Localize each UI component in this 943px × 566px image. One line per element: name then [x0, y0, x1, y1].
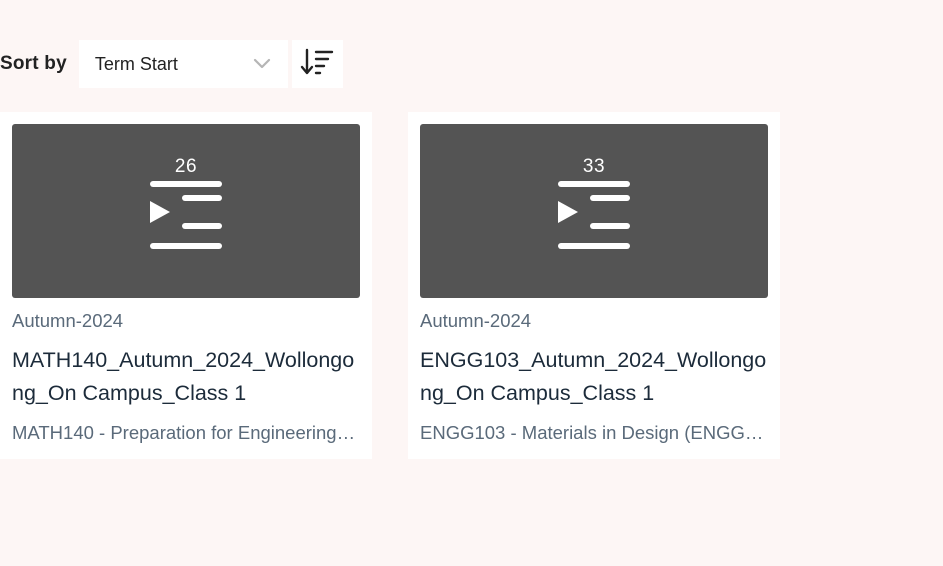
- playlist-icon: [556, 180, 632, 258]
- sort-by-label: Sort by: [0, 53, 67, 74]
- course-term: Autumn-2024: [12, 310, 124, 331]
- item-count: 26: [174, 155, 198, 177]
- sort-descending-icon: [300, 48, 334, 81]
- course-thumbnail: 33: [420, 124, 768, 298]
- chevron-down-icon: [252, 54, 272, 74]
- sort-select-value: Term Start: [94, 53, 178, 74]
- sort-select[interactable]: Term Start: [78, 40, 288, 88]
- course-subtitle: MATH140 - Preparation for Engineering Ma…: [12, 422, 360, 443]
- course-title[interactable]: MATH140_Autumn_2024_Wollongong_On Campus…: [12, 344, 360, 410]
- course-thumbnail: 26: [12, 124, 360, 298]
- item-count: 33: [582, 155, 606, 177]
- course-subtitle: ENGG103 - Materials in Design (ENGG103): [420, 422, 768, 443]
- playlist-icon: [148, 180, 224, 258]
- course-title[interactable]: ENGG103_Autumn_2024_Wollongong_On Campus…: [420, 344, 768, 410]
- course-card[interactable]: 33 Autumn-2024 ENGG103_Autumn_2024_Wollo…: [408, 112, 780, 459]
- course-card[interactable]: 26 Autumn-2024 MATH140_Autumn_2024_Wollo…: [0, 112, 372, 459]
- sort-toolbar: Sort by Term Start: [0, 40, 343, 88]
- course-card-list: 26 Autumn-2024 MATH140_Autumn_2024_Wollo…: [0, 112, 816, 459]
- course-term: Autumn-2024: [420, 310, 532, 331]
- sort-direction-button[interactable]: [291, 40, 343, 88]
